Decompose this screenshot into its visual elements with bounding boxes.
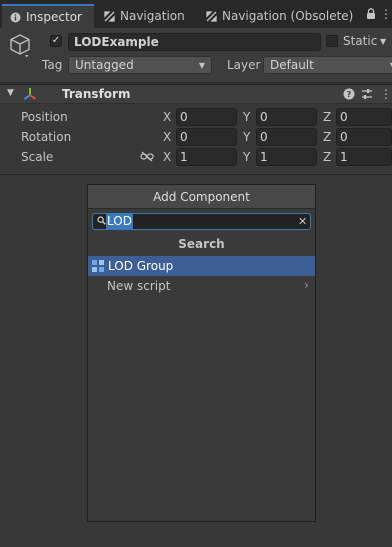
- tab-bar: Inspector Navigation Navigation (Obsolet…: [0, 0, 392, 29]
- chevron-down-icon: ▼: [198, 60, 205, 70]
- tab-navigation[interactable]: Navigation: [96, 4, 194, 28]
- tag-value: Untagged: [75, 58, 134, 72]
- tab-label: Inspector: [26, 10, 82, 24]
- constrain-proportions-icon[interactable]: [140, 151, 154, 162]
- rotation-z-field[interactable]: 0: [336, 128, 392, 146]
- field-value: 0: [260, 110, 268, 124]
- axis-x-label: X: [163, 150, 172, 164]
- axis-z-label: Z: [323, 150, 332, 164]
- position-x-field[interactable]: 0: [176, 108, 237, 126]
- result-new-script[interactable]: New script ›: [88, 276, 315, 296]
- scale-y-field[interactable]: 1: [256, 148, 317, 166]
- axis-y-label: Y: [243, 150, 251, 164]
- tab-inspector[interactable]: Inspector: [2, 4, 94, 28]
- tab-navigation-obsolete[interactable]: Navigation (Obsolete): [198, 4, 354, 28]
- field-value: 0: [180, 110, 188, 124]
- position-z-field[interactable]: 0: [336, 108, 392, 126]
- component-menu-icon[interactable]: ⋮: [380, 87, 392, 101]
- more-options-icon[interactable]: ⋮: [380, 7, 392, 21]
- search-text: LOD: [106, 214, 133, 229]
- scale-z-field[interactable]: 1: [336, 148, 392, 166]
- field-value: 1: [260, 150, 268, 164]
- layer-label: Layer: [227, 58, 261, 72]
- axis-y-label: Y: [243, 130, 251, 144]
- search-section-title: Search: [178, 237, 225, 251]
- clear-search-icon[interactable]: ✕: [298, 214, 307, 229]
- lock-icon[interactable]: [366, 8, 376, 20]
- popup-title: Add Component: [153, 189, 250, 204]
- search-icon: [97, 216, 106, 225]
- axis-z-label: Z: [323, 110, 332, 124]
- result-lod-group[interactable]: LOD Group: [88, 256, 315, 276]
- tab-label: Navigation (Obsolete): [222, 9, 354, 23]
- svg-text:?: ?: [347, 90, 352, 99]
- axis-y-label: Y: [243, 110, 251, 124]
- tag-dropdown[interactable]: Untagged ▼: [68, 56, 212, 74]
- static-checkbox[interactable]: [326, 35, 338, 47]
- object-header: ✓ LODExample Static ▼ Tag Untagged ▼ Lay…: [0, 28, 392, 83]
- divider: [0, 174, 392, 175]
- navigation-icon: [206, 10, 217, 22]
- checkmark-icon: ✓: [51, 35, 61, 46]
- result-label: New script: [107, 279, 171, 293]
- tab-label: Navigation: [120, 9, 185, 23]
- layer-value: Default: [270, 58, 314, 72]
- rotation-x-field[interactable]: 0: [176, 128, 237, 146]
- rotation-y-field[interactable]: 0: [256, 128, 317, 146]
- result-label: LOD Group: [108, 259, 174, 273]
- axis-x-label: X: [163, 130, 172, 144]
- field-value: 0: [180, 130, 188, 144]
- field-value: 1: [340, 150, 348, 164]
- lod-group-icon: [92, 260, 104, 272]
- scale-x-field[interactable]: 1: [176, 148, 237, 166]
- field-value: 0: [340, 130, 348, 144]
- position-label: Position: [21, 110, 68, 124]
- field-value: 0: [260, 130, 268, 144]
- position-y-field[interactable]: 0: [256, 108, 317, 126]
- add-component-header: Add Component: [88, 185, 315, 209]
- rotation-label: Rotation: [21, 130, 72, 144]
- static-label: Static: [343, 34, 378, 48]
- layer-dropdown[interactable]: Default ▼: [263, 56, 392, 74]
- navigation-icon: [104, 10, 115, 22]
- scale-label: Scale: [21, 150, 54, 164]
- active-checkbox[interactable]: ✓: [50, 35, 62, 47]
- component-title: Transform: [62, 87, 131, 101]
- info-icon: [10, 12, 21, 23]
- help-icon[interactable]: ?: [343, 88, 355, 100]
- chevron-right-icon: ›: [304, 278, 309, 292]
- axis-z-label: Z: [323, 130, 332, 144]
- static-dropdown-arrow-icon[interactable]: ▼: [380, 37, 386, 46]
- field-value: 1: [180, 150, 188, 164]
- add-component-popup: Add Component LOD ✕ Search LOD Group New…: [87, 184, 316, 522]
- axis-x-label: X: [163, 110, 172, 124]
- transform-header[interactable]: ▼ Transform ? ⋮: [0, 84, 392, 104]
- tag-label: Tag: [42, 58, 63, 72]
- gameobject-icon[interactable]: [8, 33, 32, 59]
- transform-icon: [23, 87, 37, 101]
- field-value: 0: [340, 110, 348, 124]
- presets-icon[interactable]: [361, 88, 373, 100]
- foldout-arrow-icon[interactable]: ▼: [7, 88, 14, 98]
- object-name-field[interactable]: LODExample: [68, 33, 321, 51]
- component-search-input[interactable]: LOD ✕: [92, 213, 311, 230]
- object-name: LODExample: [74, 35, 159, 49]
